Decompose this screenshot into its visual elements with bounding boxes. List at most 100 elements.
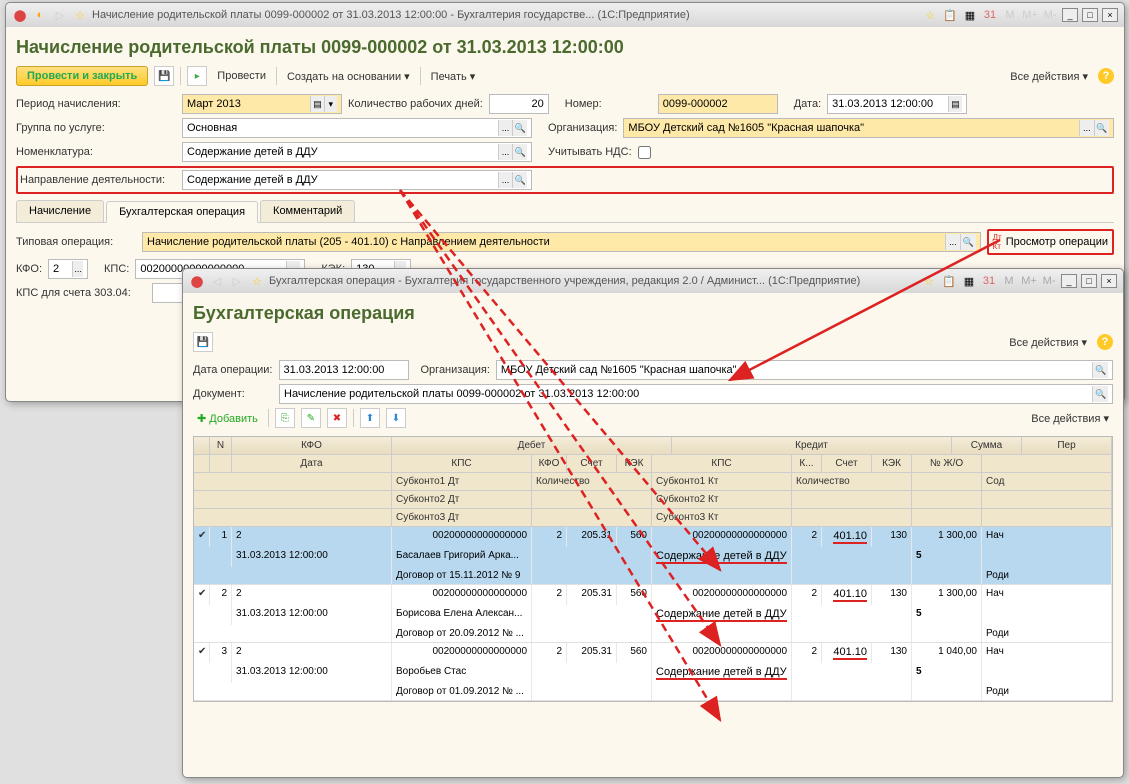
calendar-icon[interactable]: ▤ bbox=[948, 96, 962, 112]
favorite-icon[interactable]: ☆ bbox=[72, 7, 88, 23]
lookup-icon[interactable]: 🔍 bbox=[1094, 120, 1109, 136]
lookup-icon[interactable]: 🔍 bbox=[960, 234, 975, 250]
col-kps-d[interactable]: КПС bbox=[392, 455, 532, 473]
mminus-icon[interactable]: M- bbox=[1042, 7, 1058, 23]
col-sub3k[interactable]: Субконто3 Кт bbox=[652, 509, 792, 527]
col-sub2d[interactable]: Субконто2 Дт bbox=[392, 491, 532, 509]
favorite-icon[interactable]: ☆ bbox=[249, 273, 265, 289]
col-qty-k[interactable]: Количество bbox=[792, 473, 912, 491]
table-row[interactable]: ✔ 3 2 00200000000000000 2 205.31 560 002… bbox=[194, 643, 1112, 701]
doc-input[interactable]: 🔍 bbox=[279, 384, 1113, 404]
save-icon[interactable]: 💾 bbox=[193, 332, 213, 352]
col-acct-d[interactable]: Счет bbox=[567, 455, 617, 473]
col-jo[interactable]: № Ж/О bbox=[912, 455, 982, 473]
workdays-input[interactable] bbox=[489, 94, 549, 114]
lookup-icon[interactable]: 🔍 bbox=[512, 120, 527, 136]
help-icon[interactable]: ? bbox=[1097, 334, 1113, 350]
col-sod[interactable]: Сод bbox=[982, 473, 1112, 491]
lookup-icon[interactable]: 🔍 bbox=[1092, 386, 1108, 402]
all-actions-button[interactable]: Все действия ▾ bbox=[1005, 334, 1091, 351]
col-sub1d[interactable]: Субконто1 Дт bbox=[392, 473, 532, 491]
select-icon[interactable]: ... bbox=[1079, 120, 1094, 136]
mplus-icon[interactable]: M+ bbox=[1021, 273, 1037, 289]
calendar-icon[interactable]: 31 bbox=[982, 7, 998, 23]
select-icon[interactable]: ... bbox=[498, 120, 513, 136]
star-icon[interactable]: ☆ bbox=[921, 273, 937, 289]
opdate-input[interactable] bbox=[279, 360, 409, 380]
view-op-button[interactable]: ДтКт Просмотр операции bbox=[987, 229, 1114, 255]
col-credit[interactable]: Кредит bbox=[672, 437, 952, 455]
maximize-button[interactable]: □ bbox=[1081, 274, 1097, 288]
accounting-grid[interactable]: N КФО Дебет Кредит Сумма Пер Дата КПС КФ… bbox=[193, 436, 1113, 702]
calc-icon[interactable]: 📋 bbox=[941, 273, 957, 289]
print-button[interactable]: Печать ▾ bbox=[427, 68, 480, 85]
delete-icon[interactable]: ✖ bbox=[327, 408, 347, 428]
kfo-input[interactable]: ... bbox=[48, 259, 88, 279]
number-input[interactable] bbox=[658, 94, 778, 114]
post-close-button[interactable]: Провести и закрыть bbox=[16, 66, 148, 86]
select-icon[interactable]: ... bbox=[498, 172, 513, 188]
col-kek-k[interactable]: КЭК bbox=[872, 455, 912, 473]
col-qty-d[interactable]: Количество bbox=[532, 473, 652, 491]
col-kek-d[interactable]: КЭК bbox=[617, 455, 652, 473]
col-debit[interactable]: Дебет bbox=[392, 437, 672, 455]
calendar-icon[interactable]: ▤ bbox=[310, 96, 323, 112]
forward-icon[interactable]: ▷ bbox=[52, 7, 68, 23]
col-sub1k[interactable]: Субконто1 Кт bbox=[652, 473, 792, 491]
col-acct-k[interactable]: Счет bbox=[822, 455, 872, 473]
nomen-input[interactable]: ... 🔍 bbox=[182, 142, 532, 162]
col-sub2k[interactable]: Субконто2 Кт bbox=[652, 491, 792, 509]
grid-icon[interactable]: ▦ bbox=[962, 7, 978, 23]
close-button[interactable]: × bbox=[1102, 8, 1118, 22]
org-input[interactable]: ... 🔍 bbox=[623, 118, 1114, 138]
col-sum[interactable]: Сумма bbox=[952, 437, 1022, 455]
grid-icon[interactable]: ▦ bbox=[961, 273, 977, 289]
lookup-icon[interactable]: 🔍 bbox=[1092, 362, 1108, 378]
select-icon[interactable]: ... bbox=[72, 261, 83, 277]
mplus-icon[interactable]: M+ bbox=[1022, 7, 1038, 23]
forward-icon[interactable]: ▷ bbox=[229, 273, 245, 289]
col-n[interactable]: N bbox=[210, 437, 232, 455]
col-per[interactable]: Пер bbox=[1022, 437, 1112, 455]
mminus-icon[interactable]: M- bbox=[1041, 273, 1057, 289]
titlebar-2[interactable]: ⬤ ◁ ▷ ☆ Бухгалтерская операция - Бухгалт… bbox=[183, 269, 1123, 293]
minimize-button[interactable]: _ bbox=[1061, 274, 1077, 288]
calendar-icon[interactable]: 31 bbox=[981, 273, 997, 289]
tab-accrual[interactable]: Начисление bbox=[16, 200, 104, 222]
star-icon[interactable]: ☆ bbox=[922, 7, 938, 23]
vat-checkbox[interactable] bbox=[638, 146, 651, 159]
post-button[interactable]: Провести bbox=[213, 68, 270, 84]
m-icon[interactable]: M bbox=[1002, 7, 1018, 23]
maximize-button[interactable]: □ bbox=[1082, 8, 1098, 22]
col-sub3d[interactable]: Субконто3 Дт bbox=[392, 509, 532, 527]
dropdown-icon[interactable]: ▾ bbox=[324, 96, 337, 112]
col-k[interactable]: К... bbox=[792, 455, 822, 473]
lookup-icon[interactable]: 🔍 bbox=[512, 144, 527, 160]
save-icon[interactable]: 💾 bbox=[154, 66, 174, 86]
copy-icon[interactable]: ⎘ bbox=[275, 408, 295, 428]
org-input-2[interactable]: 🔍 bbox=[496, 360, 1113, 380]
back-icon[interactable]: ◁ bbox=[209, 273, 225, 289]
period-input[interactable]: ▤ ▾ bbox=[182, 94, 342, 114]
help-icon[interactable]: ? bbox=[1098, 68, 1114, 84]
close-button[interactable]: × bbox=[1101, 274, 1117, 288]
col-kfo[interactable]: КФО bbox=[232, 437, 392, 455]
tab-comment[interactable]: Комментарий bbox=[260, 200, 355, 222]
col-check[interactable] bbox=[194, 437, 210, 455]
col-date[interactable]: Дата bbox=[232, 455, 392, 473]
select-icon[interactable]: ... bbox=[498, 144, 513, 160]
tab-accounting-op[interactable]: Бухгалтерская операция bbox=[106, 201, 258, 223]
date-input[interactable]: ▤ bbox=[827, 94, 967, 114]
create-based-button[interactable]: Создать на основании ▾ bbox=[283, 68, 414, 85]
add-button[interactable]: ✚ Добавить bbox=[193, 410, 262, 427]
titlebar-1[interactable]: ⬤ ◐ ▷ ☆ Начисление родительской платы 00… bbox=[6, 3, 1124, 27]
calc-icon[interactable]: 📋 bbox=[942, 7, 958, 23]
m-icon[interactable]: M bbox=[1001, 273, 1017, 289]
col-kfo-d[interactable]: КФО bbox=[532, 455, 567, 473]
all-actions-grid[interactable]: Все действия ▾ bbox=[1027, 410, 1113, 427]
all-actions-button[interactable]: Все действия ▾ bbox=[1006, 68, 1092, 85]
direction-input[interactable]: ... 🔍 bbox=[182, 170, 532, 190]
select-icon[interactable]: ... bbox=[945, 234, 960, 250]
table-row[interactable]: ✔ 2 2 00200000000000000 2 205.31 560 002… bbox=[194, 585, 1112, 643]
table-row[interactable]: ✔ 1 2 00200000000000000 2 205.31 560 002… bbox=[194, 527, 1112, 585]
